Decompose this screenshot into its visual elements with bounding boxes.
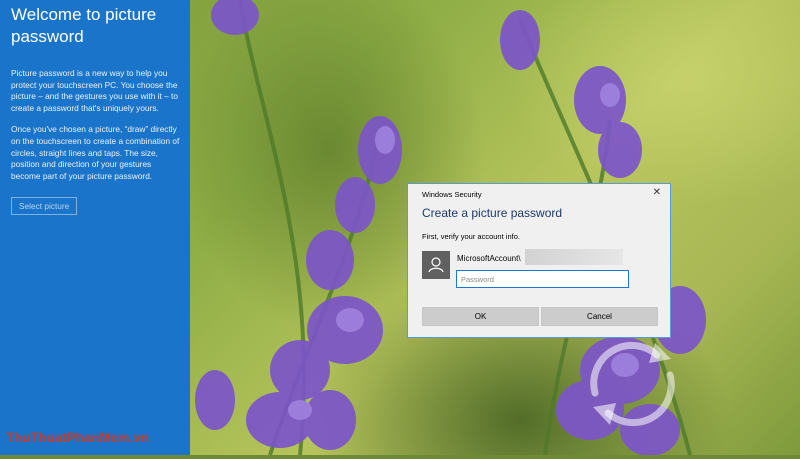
avatar xyxy=(422,251,450,279)
refresh-icon xyxy=(590,341,675,427)
windows-security-dialog: Windows Security ✕ Create a picture pass… xyxy=(407,183,671,338)
watermark: ThuThuatPhanMem.vn xyxy=(6,430,149,445)
password-input[interactable] xyxy=(456,270,629,288)
close-icon[interactable]: ✕ xyxy=(653,187,661,198)
ok-button[interactable]: OK xyxy=(422,307,539,326)
cancel-button[interactable]: Cancel xyxy=(541,307,658,326)
dialog-caption: Windows Security xyxy=(422,190,482,199)
select-picture-button[interactable]: Select picture xyxy=(11,197,78,216)
account-name-redacted xyxy=(525,249,623,265)
account-label: MicrosoftAccount\ xyxy=(457,254,521,263)
sidebar-panel: Welcome to picture password Picture pass… xyxy=(0,0,190,455)
instructions-paragraph: Once you've chosen a picture, “draw” dir… xyxy=(11,124,180,181)
intro-paragraph: Picture password is a new way to help yo… xyxy=(11,68,178,113)
user-icon xyxy=(428,257,444,273)
page-title: Welcome to picture password xyxy=(11,5,157,46)
dialog-subtitle: First, verify your account info. xyxy=(422,232,520,241)
dialog-title: Create a picture password xyxy=(422,206,563,220)
